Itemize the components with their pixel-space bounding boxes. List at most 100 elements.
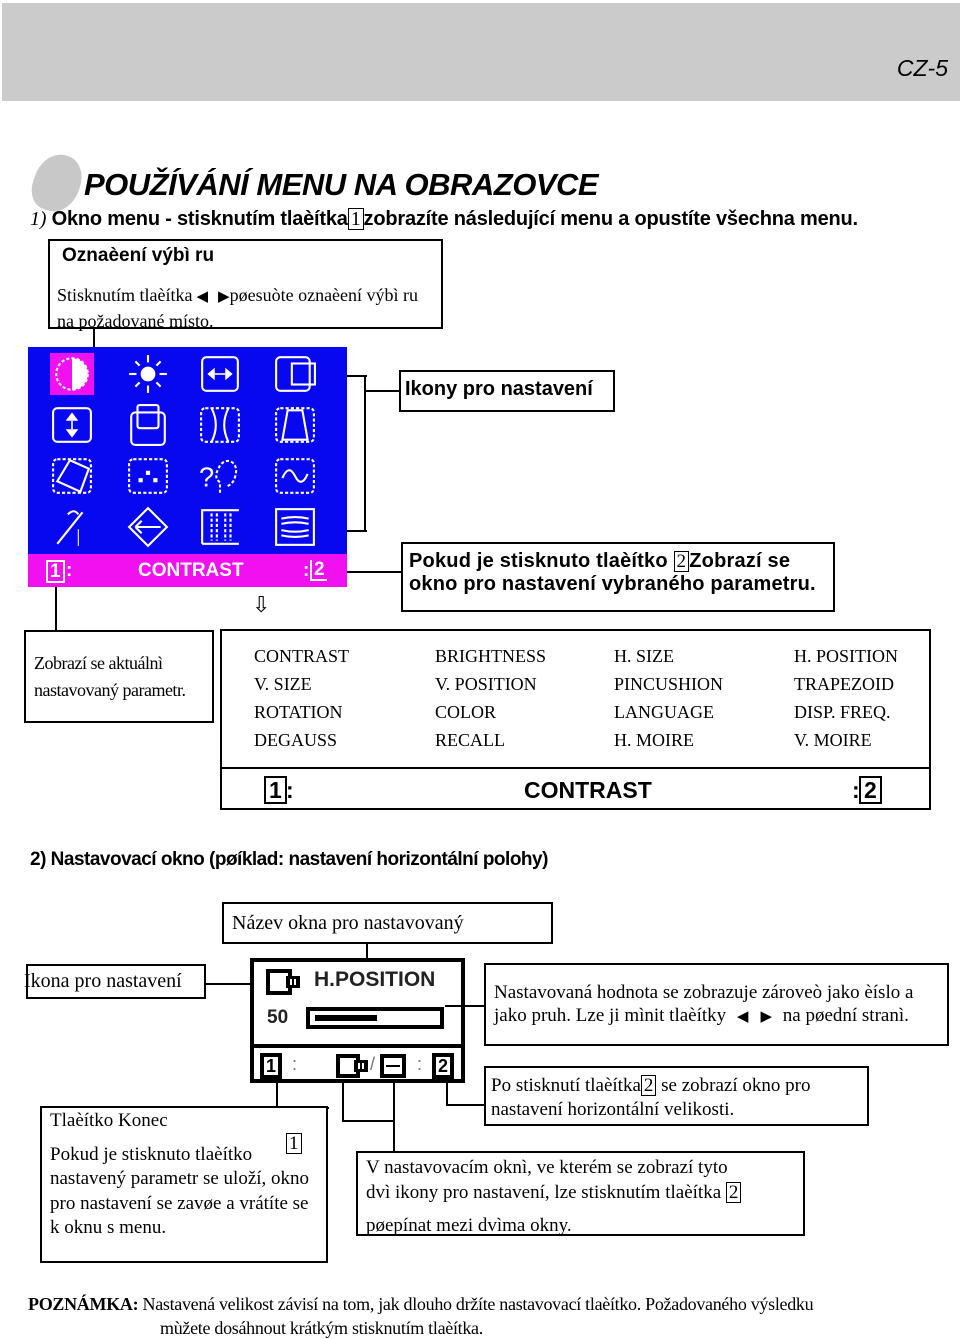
key-2-icon: 2	[859, 776, 882, 804]
trapezoid-icon	[275, 407, 315, 443]
contrast-icon	[55, 357, 89, 391]
toggle-line-1: V nastavovacím oknì, ve kterém se zobraz…	[366, 1157, 728, 1178]
leader-line	[446, 1104, 486, 1106]
osd-icon-recall[interactable]	[126, 506, 170, 548]
parameter-item: H. MOIRE	[614, 730, 694, 750]
step1-heading: 1) Okno menu - stisknutím tlaèítka 1 zobra…	[30, 208, 858, 231]
osd-icon-contrast[interactable]	[50, 353, 94, 395]
page-header-band	[2, 3, 960, 101]
parameter-item: LANGUAGE	[614, 702, 714, 722]
parameter-table: CONTRAST BRIGHTNESS H. SIZE H. POSITION V. S…	[220, 629, 931, 810]
adjust-progress-bar[interactable]	[306, 1007, 444, 1029]
key-2-icon: 2	[640, 1075, 657, 1096]
osd-menu: ?	[28, 347, 347, 587]
selection-text-before: Stisknutím tlaèítka	[57, 285, 193, 305]
exit-text-before: Pokud je stisknuto tlaèítko	[50, 1143, 253, 1165]
svg-text:?: ?	[199, 462, 214, 493]
leader-line	[446, 1083, 448, 1105]
parameter-table-footer: 1 : CONTRAST : 2	[222, 769, 929, 810]
leader-line	[445, 1005, 485, 1007]
h-size-icon	[201, 356, 239, 392]
separator: :	[417, 1054, 423, 1074]
osd-icon-h-position[interactable]	[273, 353, 317, 395]
exit-callout-text: Pokud je stisknuto tlaèítko 1 nastavený …	[50, 1132, 326, 1241]
osd-icon-disp-freq[interactable]	[273, 455, 317, 497]
brightness-icon	[129, 355, 167, 393]
key-2-icon: 2	[725, 1182, 742, 1203]
step1-number: 1)	[30, 208, 47, 230]
note: POZNÁMKA: Nastavená velikost závisí na t…	[28, 1292, 814, 1339]
parameter-item: H. POSITION	[794, 646, 899, 666]
left-arrow-icon: ◀	[736, 1009, 749, 1025]
icon-callout-text: Ikona pro nastavení	[24, 970, 182, 992]
language-icon: ?	[199, 459, 238, 493]
pincushion-icon	[200, 407, 240, 443]
osd-icon-v-moire[interactable]	[273, 506, 317, 548]
osd-separator: :	[66, 560, 73, 581]
h-position-icon	[266, 969, 300, 995]
osd-icon-rotation[interactable]	[50, 455, 94, 497]
parameter-item: RECALL	[435, 730, 505, 750]
separator: :	[286, 777, 294, 803]
selection-callout-text: Stisknutím tlaèítka ◀ ▶pøesuòte oznaèení v…	[57, 283, 437, 333]
disp-freq-icon	[275, 458, 315, 494]
color-icon	[128, 458, 168, 494]
osd-selected-label: CONTRAST	[138, 560, 244, 581]
osd-separator: :	[303, 560, 310, 581]
footer-label: CONTRAST	[524, 777, 652, 803]
down-arrow-icon: ⇩	[252, 592, 271, 617]
v-position-icon	[130, 404, 166, 446]
selection-callout-heading: Oznaèení výbì ru	[62, 245, 215, 266]
h-moire-icon	[201, 509, 239, 545]
osd-key-1[interactable]: 1	[46, 560, 65, 583]
parameter-item: V. POSITION	[435, 674, 537, 694]
button2-text-before: Pokud je stisknuto tlaèítko	[409, 550, 668, 572]
h-size-icon	[380, 1054, 406, 1078]
osd-icon-color[interactable]	[126, 455, 170, 497]
recall-icon	[127, 506, 169, 548]
osd-icon-h-moire[interactable]	[198, 506, 242, 548]
osd-icon-h-size[interactable]	[198, 353, 242, 395]
icon-callout: Ikona pro nastavení	[24, 964, 206, 999]
osd-icon-trapezoid[interactable]	[273, 404, 317, 446]
osd-key-2[interactable]: 2	[310, 560, 327, 581]
parameter-item: TRAPEZOID	[794, 674, 894, 694]
current-param-callout: Zobrazí se aktuálnì nastavovaný parametr…	[24, 630, 214, 723]
adjust-progress-fill	[315, 1015, 377, 1021]
toggle-line-2: dvì ikony pro nastavení, lze stisknutím …	[366, 1180, 803, 1205]
osd-status-bar: 1 : CONTRAST : 2	[28, 554, 347, 587]
osd-icon-v-position[interactable]	[126, 404, 170, 446]
key-2-icon: 2	[432, 1053, 454, 1079]
osd-icon-language[interactable]: ?	[198, 455, 242, 497]
toggle-line-3: pøepínat mezi dvìma okny.	[366, 1215, 572, 1236]
leader-line	[347, 571, 403, 573]
note-line-1: Nastavená velikost závisí na tom, jak dl…	[142, 1294, 814, 1314]
adjust-value: 50	[267, 1007, 289, 1028]
osd-icon-v-size[interactable]	[50, 404, 94, 446]
page-number: CZ-5	[896, 55, 948, 81]
parameter-item: CONTRAST	[254, 646, 350, 666]
toggle-line-2-text: dvì ikony pro nastavení, lze stisknutím …	[366, 1182, 722, 1203]
parameter-item: V. MOIRE	[794, 730, 872, 750]
key-1-icon: 1	[260, 1053, 282, 1079]
leader-line	[342, 1083, 344, 1121]
leader-bracket	[364, 375, 366, 531]
leader-line	[342, 1120, 395, 1122]
button2-switch-callout: Po stisknutí tlaèítka 2 se zobrazí okno p…	[484, 1066, 869, 1126]
leader-line	[93, 329, 95, 349]
degauss-icon	[56, 510, 84, 546]
left-arrow-icon: ◀	[196, 289, 209, 305]
osd-icon-degauss[interactable]	[50, 506, 94, 548]
exit-text-after: nastavený parametr se uloží, okno pro na…	[50, 1168, 310, 1238]
separator: /	[370, 1054, 376, 1074]
parameter-item: DISP. FREQ.	[794, 702, 891, 722]
adjust-window: H.POSITION 50 1 : / : 2	[250, 958, 465, 1083]
right-arrow-icon: ▶	[218, 289, 230, 305]
icons-callout: Ikony pro nastavení	[399, 370, 615, 412]
right-arrow-icon: ▶	[760, 1009, 773, 1025]
button2-callout: Pokud je stisknuto tlaèítko 2 Zobrazí se …	[401, 542, 835, 612]
osd-icon-brightness[interactable]	[126, 353, 170, 395]
parameter-item: DEGAUSS	[254, 730, 338, 750]
value-callout-text-after: na pøední stranì.	[782, 1005, 909, 1026]
osd-icon-pincushion[interactable]	[198, 404, 242, 446]
